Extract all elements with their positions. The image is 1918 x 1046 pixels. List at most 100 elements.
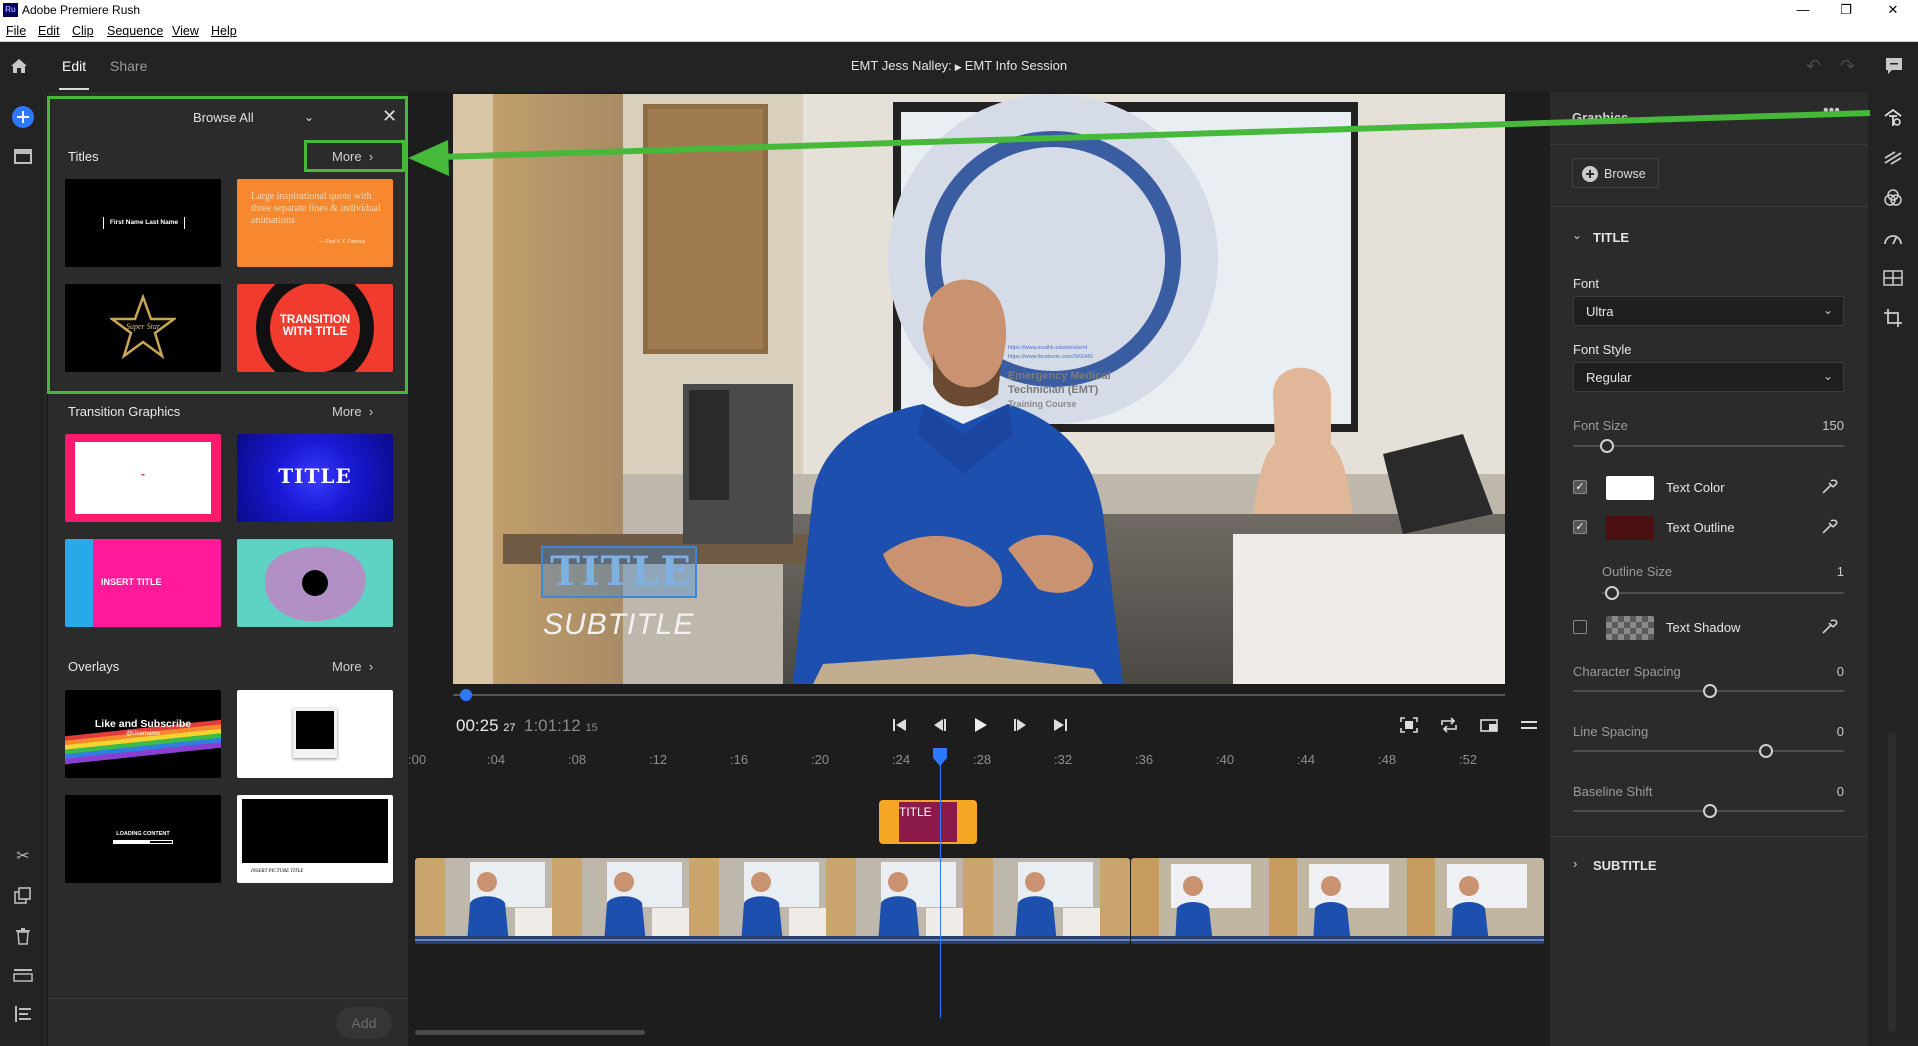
font-size-value[interactable]: 150: [1822, 418, 1844, 433]
step-forward-icon[interactable]: [1006, 714, 1034, 736]
video-clip-1[interactable]: [415, 858, 1130, 944]
section-overlays-label: Overlays: [68, 659, 120, 674]
line-spacing-value[interactable]: 0: [1837, 724, 1844, 739]
window-titlebar: Ru Adobe Premiere Rush — ❐ ✕: [0, 0, 1918, 20]
browse-graphics-button[interactable]: Browse: [1572, 158, 1659, 188]
add-media-icon[interactable]: [11, 105, 35, 129]
overlay-thumb-insert-picture-title[interactable]: INSERT PICTURE TITLE: [237, 795, 393, 883]
outline-size-value[interactable]: 1: [1837, 564, 1844, 579]
text-shadow-swatch[interactable]: [1606, 616, 1654, 640]
timeline-horizontal-scrollbar[interactable]: [415, 1030, 645, 1035]
ruler-tick: :08: [568, 752, 587, 767]
title-section-chevron-icon[interactable]: ⌄: [1572, 228, 1582, 242]
fit-to-screen-icon[interactable]: [1395, 714, 1423, 736]
transition-graphics-more-link[interactable]: More ›: [332, 404, 373, 419]
menu-edit[interactable]: Edit: [38, 24, 60, 38]
menu-file[interactable]: File: [6, 24, 26, 38]
title-overlay-bounding-box[interactable]: TITLE: [541, 546, 697, 598]
color-icon[interactable]: [1881, 186, 1905, 210]
ruler-tick: :40: [1216, 752, 1235, 767]
eyedropper-icon[interactable]: [1820, 518, 1838, 536]
undo-icon[interactable]: ↶: [1806, 56, 1826, 76]
panel-menu-icon[interactable]: [1515, 714, 1543, 736]
text-color-checkbox[interactable]: ✓: [1573, 480, 1587, 494]
menu-clip[interactable]: Clip: [72, 24, 94, 38]
trash-icon[interactable]: [11, 924, 35, 948]
feedback-icon[interactable]: [1883, 55, 1905, 77]
font-style-dropdown[interactable]: Regular ⌄: [1573, 362, 1844, 392]
text-color-swatch[interactable]: [1606, 476, 1654, 500]
step-back-icon[interactable]: [926, 714, 954, 736]
title-section-header[interactable]: TITLE: [1593, 230, 1629, 245]
more-options-icon[interactable]: •••: [1823, 102, 1840, 120]
graphic-thumb-blob[interactable]: [237, 539, 393, 627]
transitions-icon[interactable]: [1881, 146, 1905, 170]
timeline-title-clip[interactable]: TITLE: [879, 800, 977, 844]
character-spacing-slider-handle[interactable]: [1703, 684, 1717, 698]
redo-icon[interactable]: ↷: [1840, 56, 1860, 76]
chevron-down-icon: ⌄: [1822, 369, 1833, 383]
graphic-thumb-insert-title[interactable]: INSERT TITLE: [65, 539, 221, 627]
menu-help[interactable]: Help: [211, 24, 237, 38]
ruler-tick: :48: [1378, 752, 1397, 767]
baseline-shift-slider-handle[interactable]: [1703, 804, 1717, 818]
outline-size-slider-handle[interactable]: [1605, 586, 1619, 600]
maximize-button[interactable]: ❐: [1826, 0, 1866, 20]
text-outline-checkbox[interactable]: ✓: [1573, 520, 1587, 534]
audio-icon[interactable]: [1881, 266, 1905, 290]
subtitle-section-chevron-icon[interactable]: ›: [1573, 856, 1577, 871]
add-button[interactable]: Add: [336, 1007, 392, 1039]
project-name: EMT Jess Nalley:: [850, 58, 952, 73]
ruler-tick: :24: [892, 752, 911, 767]
eyedropper-icon[interactable]: [1820, 478, 1838, 496]
video-preview-monitor[interactable]: Emergency Medical Technician (EMT) Train…: [453, 94, 1505, 684]
outline-size-label: Outline Size: [1602, 564, 1673, 579]
go-to-start-icon[interactable]: [886, 714, 914, 736]
outline-size-slider[interactable]: [1602, 592, 1844, 594]
video-clip-2[interactable]: [1131, 858, 1544, 944]
speed-icon[interactable]: [1881, 226, 1905, 250]
menu-view[interactable]: View: [172, 24, 199, 38]
font-dropdown[interactable]: Ultra ⌄: [1573, 296, 1844, 326]
project-assets-icon[interactable]: [11, 144, 35, 168]
graphics-tool-icon[interactable]: [1881, 106, 1905, 130]
line-spacing-slider-handle[interactable]: [1759, 744, 1773, 758]
play-icon[interactable]: [966, 714, 994, 736]
character-spacing-value[interactable]: 0: [1837, 664, 1844, 679]
overlays-more-link[interactable]: More ›: [332, 659, 373, 674]
preview-scrubber-track[interactable]: [453, 694, 1505, 696]
track-list-icon[interactable]: [11, 1002, 35, 1026]
menu-sequence[interactable]: Sequence: [107, 24, 163, 38]
text-shadow-checkbox[interactable]: [1573, 620, 1587, 634]
subtitle-section-header[interactable]: SUBTITLE: [1593, 858, 1657, 873]
overlay-thumb-like-subscribe[interactable]: Like and Subscribe @Username: [65, 690, 221, 778]
loop-icon[interactable]: [1435, 714, 1463, 736]
scissors-icon[interactable]: ✂: [11, 844, 35, 868]
preview-scrubber-handle[interactable]: [460, 689, 472, 701]
eyedropper-icon[interactable]: [1820, 618, 1838, 636]
overlay-thumb-polaroid[interactable]: [237, 690, 393, 778]
playhead-line[interactable]: [940, 760, 941, 1018]
playhead-handle[interactable]: [933, 748, 947, 766]
left-toolbar: ✂: [0, 92, 46, 1046]
premiere-rush-app-icon: Ru: [3, 3, 18, 17]
overlay-thumb-loading-content[interactable]: LOADING CONTENT: [65, 795, 221, 883]
close-window-button[interactable]: ✕: [1873, 0, 1913, 20]
graphic-thumb-pink-frame[interactable]: -: [65, 434, 221, 522]
line-spacing-slider[interactable]: [1573, 750, 1844, 752]
minimize-button[interactable]: —: [1783, 0, 1823, 20]
text-shadow-label: Text Shadow: [1666, 620, 1741, 635]
text-outline-label: Text Outline: [1666, 520, 1735, 535]
baseline-shift-label: Baseline Shift: [1573, 784, 1653, 799]
baseline-shift-value[interactable]: 0: [1837, 784, 1844, 799]
duration-timecode: 1:01:12 15: [524, 716, 598, 735]
aspect-ratio-icon[interactable]: [1475, 714, 1503, 736]
ruler-tick: :52: [1459, 752, 1478, 767]
go-to-end-icon[interactable]: [1046, 714, 1074, 736]
duplicate-icon[interactable]: [11, 884, 35, 908]
track-controls-icon[interactable]: [11, 963, 35, 987]
graphic-thumb-title-blue[interactable]: TITLE: [237, 434, 393, 522]
crop-icon[interactable]: [1881, 306, 1905, 330]
text-outline-swatch[interactable]: [1606, 516, 1654, 540]
font-size-slider-handle[interactable]: [1600, 439, 1614, 453]
